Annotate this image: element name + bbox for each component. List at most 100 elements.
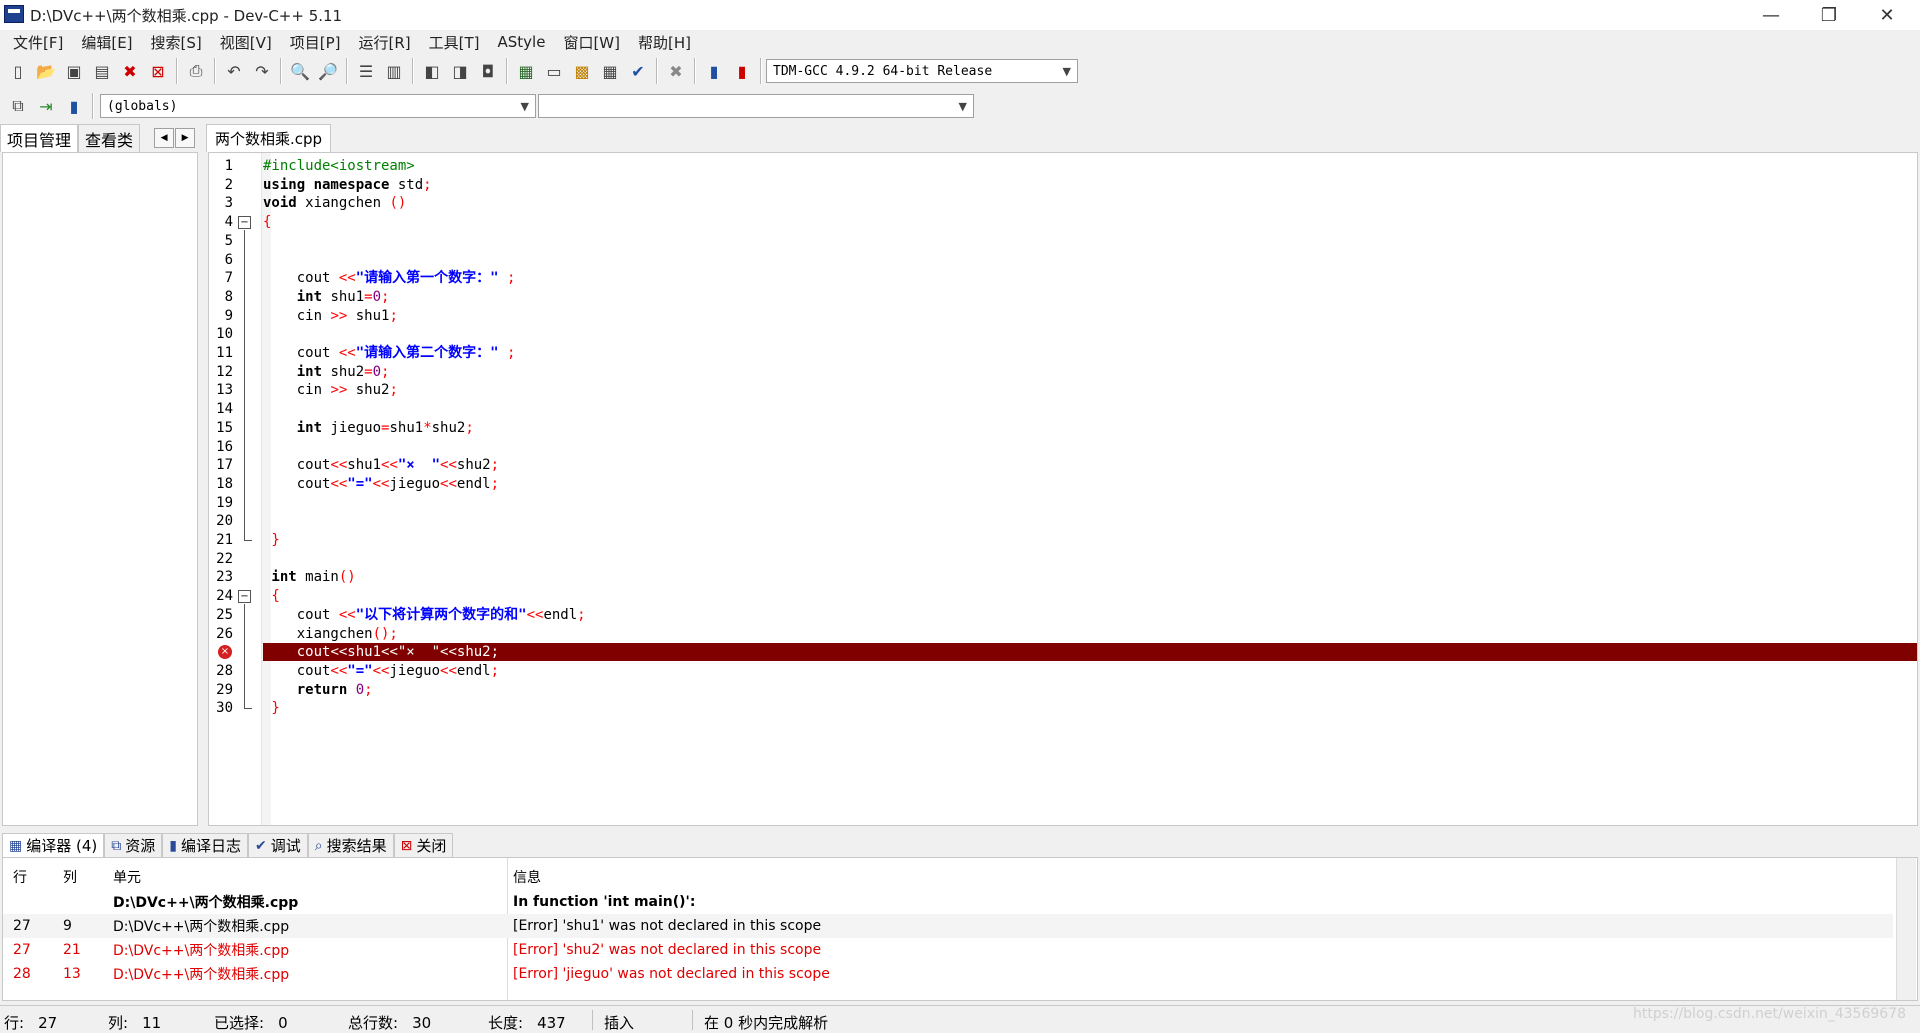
tab-compile-log[interactable]: ▮ 编译日志 [162,833,249,857]
code-token: shu1 [322,288,365,305]
project-tree[interactable] [2,152,198,826]
compiler-select-value: TDM-GCC 4.9.2 64-bit Release [773,63,993,79]
code-line[interactable]: cin >> shu2; [263,381,398,400]
close-file-icon[interactable]: ✖ [118,59,142,83]
menu-astyle[interactable]: AStyle [489,33,555,51]
save-icon[interactable]: ▣ [62,59,86,83]
menu-project[interactable]: 项目[P] [281,32,350,53]
menu-view[interactable]: 视图[V] [211,32,281,53]
close-button[interactable]: ✕ [1858,0,1916,30]
menu-run[interactable]: 运行[R] [349,32,419,53]
editor-file-tab[interactable]: 两个数相乘.cpp [206,124,332,152]
code-line[interactable]: return 0; [263,681,373,700]
code-token: ; [381,288,390,305]
menu-file[interactable]: 文件[F] [4,32,72,53]
scope-select[interactable]: (globals) ▼ [100,94,536,118]
code-token: std [389,176,424,193]
code-line[interactable]: int jieguo=shu1*shu2; [263,419,474,438]
minimize-button[interactable]: — [1742,0,1800,30]
run-icon[interactable]: ▭ [542,59,566,83]
code-line[interactable]: int main() [263,568,355,587]
code-line[interactable]: cout<<shu1<<"× "<<shu2; [263,456,499,475]
code-line[interactable]: { [263,213,271,232]
maximize-button[interactable]: ❐ [1800,0,1858,30]
toggle-bookmark-icon[interactable]: ▮ [62,94,86,118]
goto-next-icon[interactable]: ◨ [448,59,472,83]
tab-close[interactable]: ⊠ 关闭 [393,833,454,857]
tab-class-browser[interactable]: 查看类 [78,124,141,152]
code-line[interactable]: cout <<"请输入第二个数字：" ; [263,344,516,363]
tab-prev-button[interactable]: ◀ [154,128,175,148]
compiler-select[interactable]: TDM-GCC 4.9.2 64-bit Release ▼ [766,59,1078,83]
undo-icon[interactable]: ↶ [222,59,246,83]
stop-icon[interactable]: ✖ [664,59,688,83]
bookmark-icon[interactable]: ◘ [476,59,500,83]
function-select[interactable]: ▼ [538,94,974,118]
code-line[interactable]: void xiangchen () [263,194,406,213]
message-row[interactable]: 28 13 D:\DVc++\两个数相乘.cpp [Error] 'jieguo' w… [3,962,1893,986]
line-number: 4 [224,214,233,231]
line-number: 22 [216,550,233,567]
rebuild-icon[interactable]: ▦ [598,59,622,83]
menu-search[interactable]: 搜索[S] [142,32,211,53]
code-line[interactable]: int shu1=0; [263,288,390,307]
save-all-icon[interactable]: ▤ [90,59,114,83]
tab-compiler-label: 编译器 (4) [26,837,98,855]
code-token: shu1 [389,419,424,436]
menu-help[interactable]: 帮助[H] [629,32,700,53]
code-line[interactable]: cout<<"="<<jieguo<<endl; [263,662,499,681]
compile-run-icon[interactable]: ▩ [570,59,594,83]
code-line[interactable]: xiangchen(); [263,625,398,644]
message-row[interactable]: 27 21 D:\DVc++\两个数相乘.cpp [Error] 'shu2' was… [3,938,1893,962]
code-line[interactable]: using namespace std; [263,176,432,195]
redo-icon[interactable]: ↷ [250,59,274,83]
indent-icon[interactable]: ☰ [354,59,378,83]
code-line[interactable]: cin >> shu1; [263,307,398,326]
code-token: << [372,662,390,679]
syntax-check-icon[interactable]: ✔ [626,59,650,83]
line-number: 25 [216,606,233,623]
fold-toggle-icon[interactable]: − [238,216,251,230]
delete-profile-icon[interactable]: ▮ [730,59,754,83]
code-line[interactable]: cout <<"以下将计算两个数字的和"<<endl; [263,606,586,625]
code-line[interactable]: #include<iostream> [263,157,415,176]
code-line[interactable]: cout<<"="<<jieguo<<endl; [263,475,499,494]
code-line[interactable]: } [263,531,279,550]
code-line[interactable]: } [263,699,279,718]
new-file-icon[interactable]: ▯ [6,59,30,83]
insert-icon[interactable]: ⧉ [6,94,30,118]
fold-toggle-icon[interactable]: − [238,590,251,604]
code-line[interactable]: cout<<shu1<<"× "<<shu2; [263,643,499,662]
goto-icon[interactable]: ⇥ [34,94,58,118]
tab-next-button[interactable]: ▶ [175,128,196,148]
open-file-icon[interactable]: 📂 [34,59,58,83]
code-line[interactable]: { [263,587,279,606]
goto-prev-icon[interactable]: ◧ [420,59,444,83]
tab-search-results[interactable]: ⌕ 搜索结果 [307,833,394,857]
code-line[interactable]: int shu2=0; [263,363,390,382]
code-editor[interactable]: 1 2 3 4 5 6 7 8 9 10 11 12 13 14 15 16 17 18 19 20 21 22 23 24 2… [208,152,1918,826]
message-row[interactable]: 27 9 D:\DVc++\两个数相乘.cpp [Error] 'shu1' was … [3,914,1893,938]
tab-resources[interactable]: ⧉ 资源 [104,833,163,857]
tab-project-manager[interactable]: 项目管理 [0,124,79,152]
find-icon[interactable]: 🔍 [288,59,312,83]
print-icon[interactable]: ⎙ [184,59,208,83]
profile-icon[interactable]: ▮ [702,59,726,83]
unindent-icon[interactable]: ▥ [382,59,406,83]
devcpp-app-icon[interactable] [4,5,24,23]
code-token: ; [577,606,586,623]
fold-line [244,230,245,540]
error-marker-icon[interactable]: × [218,645,232,660]
tab-debug[interactable]: ✔ 调试 [248,833,308,857]
close-all-icon[interactable]: ⊠ [146,59,170,83]
code-line[interactable]: cout <<"请输入第一个数字：" ; [263,269,516,288]
menu-edit[interactable]: 编辑[E] [72,32,141,53]
message-row[interactable]: D:\DVc++\两个数相乘.cpp In function 'int main(… [3,890,1893,914]
messages-scrollbar[interactable] [1896,858,1916,1000]
compile-icon[interactable]: ▦ [514,59,538,83]
tab-compiler[interactable]: ▦ 编译器 (4) [2,833,105,857]
menu-tools[interactable]: 工具[T] [420,32,489,53]
replace-icon[interactable]: 🔎 [316,59,340,83]
header-col: 列 [63,870,77,886]
menu-window[interactable]: 窗口[W] [554,32,629,53]
